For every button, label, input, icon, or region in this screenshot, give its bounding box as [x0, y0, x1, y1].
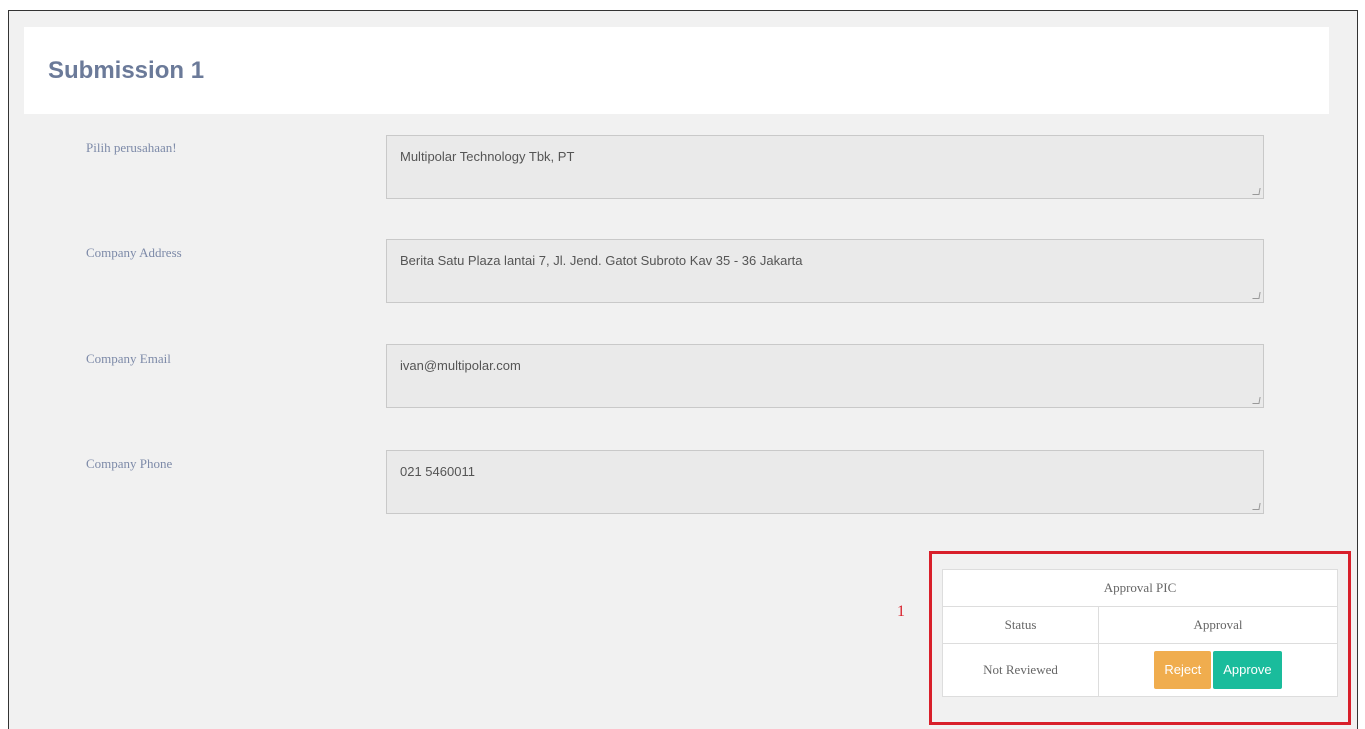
company-select-field[interactable]: Multipolar Technology Tbk, PT [386, 135, 1264, 199]
status-value: Not Reviewed [942, 643, 1099, 697]
resize-handle-icon[interactable] [1252, 397, 1261, 404]
page-header: Submission 1 [24, 27, 1329, 114]
company-address-value: Berita Satu Plaza lantai 7, Jl. Jend. Ga… [400, 253, 803, 268]
company-phone-label: Company Phone [86, 456, 173, 471]
approve-button[interactable]: Approve [1213, 651, 1282, 689]
approval-table-header-row: Status Approval [942, 606, 1338, 644]
approval-column-header: Approval [1098, 606, 1338, 644]
approval-actions-cell: Reject Approve [1098, 643, 1338, 697]
approval-table-row: Not Reviewed Reject Approve [942, 643, 1338, 697]
company-select-value: Multipolar Technology Tbk, PT [400, 149, 575, 164]
reject-button[interactable]: Reject [1154, 651, 1212, 689]
resize-handle-icon[interactable] [1252, 292, 1261, 299]
approval-table-title: Approval PIC [942, 569, 1338, 607]
company-phone-value: 021 5460011 [400, 464, 475, 479]
company-email-field[interactable]: ivan@multipolar.com [386, 344, 1264, 408]
approval-table: Approval PIC Status Approval Not Reviewe… [942, 569, 1338, 697]
status-column-header: Status [942, 606, 1099, 644]
company-address-label: Company Address [86, 245, 182, 260]
annotation-number: 1 [897, 603, 905, 620]
company-email-value: ivan@multipolar.com [400, 358, 521, 373]
company-phone-field[interactable]: 021 5460011 [386, 450, 1264, 514]
approval-table-title-row: Approval PIC [942, 569, 1338, 607]
company-email-label: Company Email [86, 351, 171, 366]
company-address-field[interactable]: Berita Satu Plaza lantai 7, Jl. Jend. Ga… [386, 239, 1264, 303]
page-title: Submission 1 [48, 57, 205, 84]
company-select-label: Pilih perusahaan! [86, 140, 177, 155]
resize-handle-icon[interactable] [1252, 188, 1261, 195]
resize-handle-icon[interactable] [1252, 503, 1261, 510]
